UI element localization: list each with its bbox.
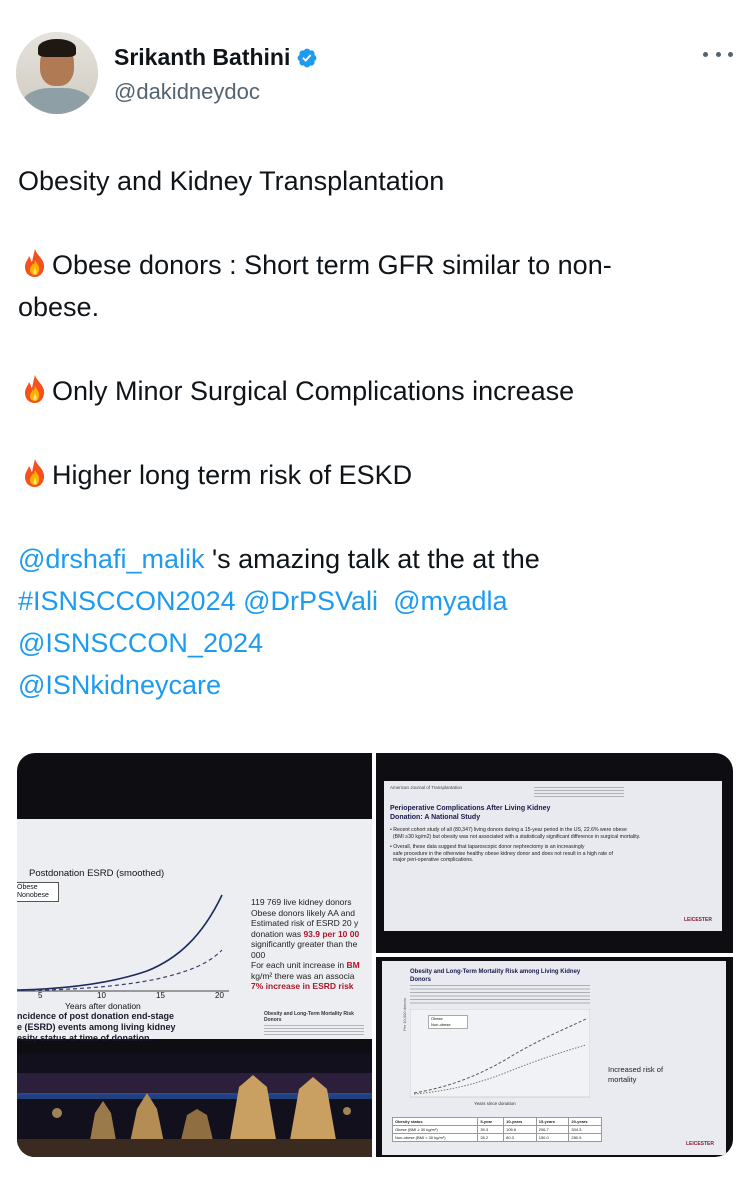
chart-caption: ncidence of post donation end-stage e (E… xyxy=(17,1011,176,1043)
mention-link[interactable]: @DrPSVali xyxy=(243,586,378,616)
slide-perioperative: American Journal of Transplantation Peri… xyxy=(384,781,722,931)
fire-emoji-icon xyxy=(25,249,45,277)
mention-link[interactable]: @myadla xyxy=(393,586,507,616)
axis-tick: 20 xyxy=(215,991,224,1000)
tweet-point-1: Obese donors : Short term GFR similar to… xyxy=(18,244,730,286)
reference-authors xyxy=(264,1025,364,1035)
table-row: Non-obese (BMI < 30 kg/m²) 28.2 80.3 150… xyxy=(391,1133,602,1142)
esrd-chart xyxy=(17,894,229,992)
tweet-body: Obesity and Kidney Transplantation Obese… xyxy=(18,160,730,706)
tweet-point-3: Higher long term risk of ESKD xyxy=(18,454,730,496)
author-name-row[interactable]: Srikanth Bathini xyxy=(114,44,318,71)
university-logo: LEICESTER xyxy=(683,917,712,923)
tweet-mentions-line-1: @drshafi_malik 's amazing talk at the at… xyxy=(18,538,730,580)
table-row: Obese (BMI ≥ 30 kg/m²) 39.3 105.6 206.7 … xyxy=(391,1125,602,1134)
slide-esrd: Postdonation ESRD (smoothed) Obese Nonob… xyxy=(17,819,372,1043)
verified-badge-icon xyxy=(297,48,317,67)
media-grid: Postdonation ESRD (smoothed) Obese Nonob… xyxy=(17,753,733,1157)
stage-backdrop xyxy=(17,1053,372,1157)
tweet-point-2: Only Minor Surgical Complications increa… xyxy=(18,370,730,412)
axis-tick: 15 xyxy=(156,991,165,1000)
chart-legend: Obese Non-obese xyxy=(428,1015,468,1029)
university-logo: LEICESTER xyxy=(685,1141,714,1147)
chart-title: Postdonation ESRD (smoothed) xyxy=(29,868,165,879)
tweet-header: Srikanth Bathini @dakidneydoc xyxy=(16,30,733,116)
x-axis-label: Years after donation xyxy=(65,1001,141,1011)
media-photo-left[interactable]: Postdonation ESRD (smoothed) Obese Nonob… xyxy=(17,753,372,1157)
temple-backdrop-image xyxy=(17,1053,372,1157)
tweet-point-1-cont: obese. xyxy=(18,292,100,322)
info-block: 119 769 live kidney donors Obese donors … xyxy=(251,897,360,991)
media-photo-bottom-right[interactable]: Obesity and Long-Term Mortality Risk amo… xyxy=(376,957,733,1157)
mention-link[interactable]: @drshafi_malik xyxy=(18,544,204,574)
fire-emoji-icon xyxy=(25,375,45,403)
journal-name: American Journal of Transplantation xyxy=(390,785,463,790)
avatar[interactable] xyxy=(16,32,98,114)
slide-bullets: • Recent cohort study of all (80,347) li… xyxy=(390,827,641,864)
axis-tick: 5 xyxy=(38,991,43,1000)
more-options-icon[interactable] xyxy=(703,44,733,64)
hashtag-link[interactable]: #ISNSCCON2024 xyxy=(18,586,236,616)
tweet-title: Obesity and Kidney Transplantation xyxy=(18,166,445,196)
media-photo-top-right[interactable]: American Journal of Transplantation Peri… xyxy=(376,753,733,953)
slide-title: Obesity and Long-Term Mortality Risk amo… xyxy=(410,969,581,983)
tweet-mentions-line-3: @ISNSCCON_2024 xyxy=(18,622,730,664)
mortality-table: Obesity status 5-year 10-years 15-years … xyxy=(391,1117,602,1142)
mention-link[interactable]: @ISNSCCON_2024 xyxy=(18,628,263,658)
x-axis-label: Years since donation xyxy=(474,1101,516,1106)
authors-list xyxy=(410,985,590,1005)
slide-note: Increased risk of mortality xyxy=(608,1065,664,1084)
tweet-mentions-line-4: @ISNkidneycare xyxy=(18,664,730,706)
table-header-row: Obesity status 5-year 10-years 15-years … xyxy=(391,1117,602,1126)
slide-title: Perioperative Complications After Living… xyxy=(390,805,551,821)
axis-tick: 10 xyxy=(97,991,106,1000)
legend-nonobese: Non-obese xyxy=(431,1022,451,1027)
slide-mortality: Obesity and Long-Term Mortality Risk amo… xyxy=(382,961,726,1155)
author-display-name[interactable]: Srikanth Bathini xyxy=(114,44,290,71)
talk-text: 's amazing talk at the at the xyxy=(204,544,540,574)
mention-link[interactable]: @ISNkidneycare xyxy=(18,670,221,700)
tweet-mentions-line-2: #ISNSCCON2024 @DrPSVali @myadla xyxy=(18,580,730,622)
reference-title: Obesity and Long-Term Mortality Risk Don… xyxy=(264,1011,354,1023)
fire-emoji-icon xyxy=(25,459,45,487)
author-handle[interactable]: @dakidneydoc xyxy=(114,79,260,105)
y-axis-label: Per 10,000 donors xyxy=(402,998,407,1031)
